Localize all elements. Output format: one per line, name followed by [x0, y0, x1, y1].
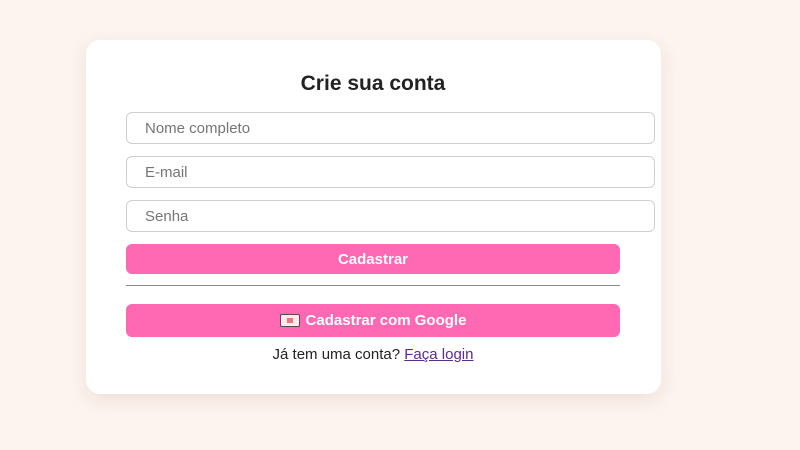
google-register-label: Cadastrar com Google [305, 312, 467, 329]
login-prompt: Já tem uma conta? Faça login [0, 346, 746, 363]
login-prompt-text: Já tem uma conta? [272, 346, 401, 363]
email-input[interactable] [126, 156, 655, 188]
password-input[interactable] [126, 200, 655, 232]
google-register-button[interactable]: Cadastrar com Google [126, 304, 620, 337]
page-title: Crie sua conta [300, 72, 446, 95]
full-name-input[interactable] [126, 112, 655, 144]
register-button[interactable]: Cadastrar [126, 244, 620, 274]
login-link[interactable]: Faça login [404, 346, 473, 363]
google-envelope-icon [279, 314, 300, 327]
register-button-label: Cadastrar [337, 250, 409, 268]
divider [126, 285, 620, 286]
